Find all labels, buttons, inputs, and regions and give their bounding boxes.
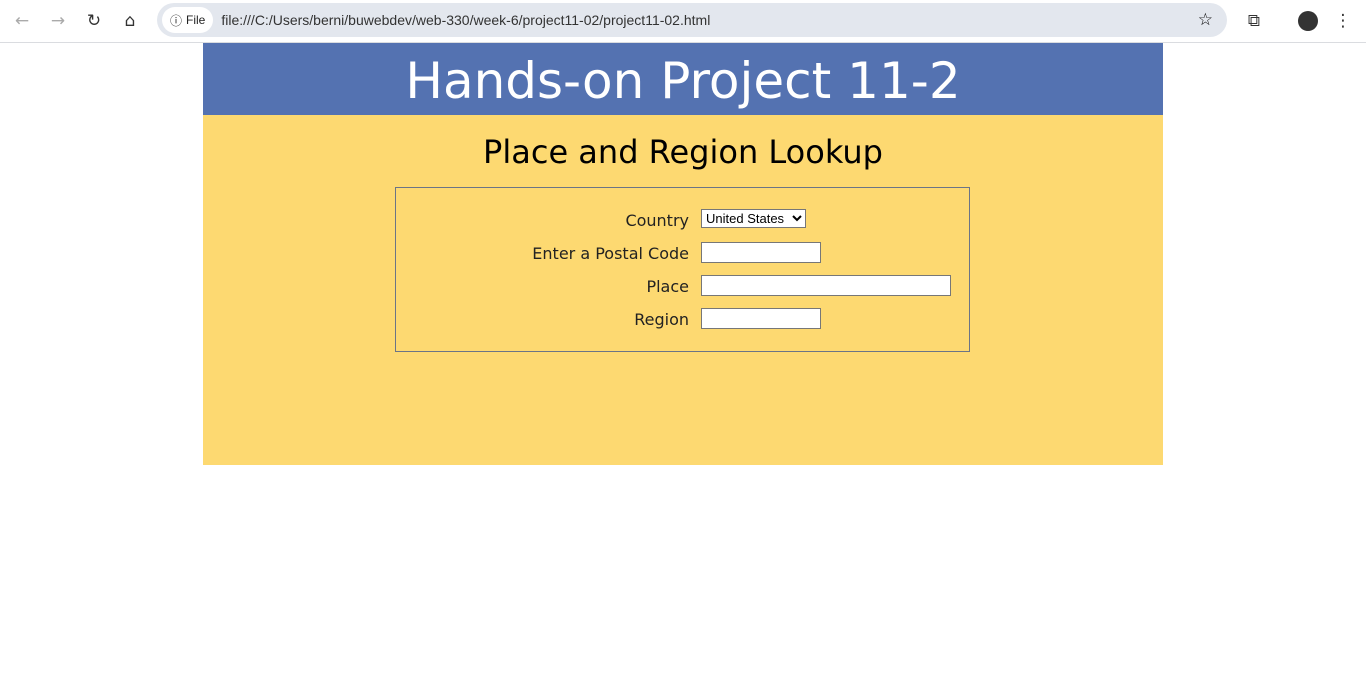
extensions-icon[interactable]: ⧉ [1242,9,1266,33]
info-icon: ⓘ [170,13,183,28]
menu-icon[interactable]: ⋮ [1331,9,1355,33]
page-title: Place and Region Lookup [483,133,883,171]
place-input[interactable] [701,275,951,296]
browser-toolbar: ← → ↻ ⌂ ⓘ File file:///C:/Users/berni/buw… [0,0,1366,43]
forward-icon[interactable]: → [46,9,70,33]
lookup-form: Country United States Enter a Postal Cod… [395,187,970,352]
chip-label: File [186,13,206,27]
country-select[interactable]: United States [701,209,806,228]
home-icon[interactable]: ⌂ [118,9,142,33]
url-text[interactable]: file:///C:/Users/berni/buwebdev/web-330/… [221,12,710,28]
region-input[interactable] [701,308,821,329]
profile-avatar[interactable] [1296,9,1320,33]
postal-code-input[interactable] [701,242,821,263]
page-content: Hands-on Project 11-2 Place and Region L… [203,43,1163,465]
address-bar[interactable]: ⓘ File file:///C:/Users/berni/buwebdev/we… [157,3,1227,37]
site-info-chip[interactable]: ⓘ File [162,7,214,33]
region-label: Region [634,310,689,329]
star-icon[interactable]: ☆ [1198,10,1213,30]
back-icon[interactable]: ← [10,9,34,33]
country-label: Country [625,211,689,230]
reload-icon[interactable]: ↻ [82,9,106,33]
postal-code-label: Enter a Postal Code [532,244,689,263]
page-banner: Hands-on Project 11-2 [203,43,1163,115]
place-label: Place [646,277,689,296]
